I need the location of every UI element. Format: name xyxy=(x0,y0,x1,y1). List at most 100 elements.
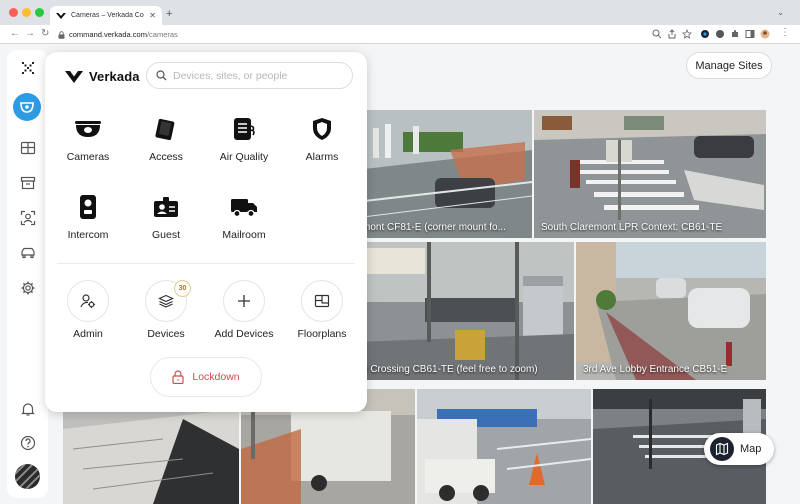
address-bar[interactable]: command.verkada.com/cameras xyxy=(58,28,658,41)
guest-badge-icon xyxy=(154,197,178,217)
tab-search-chevron-icon[interactable]: ⌄ xyxy=(777,8,784,17)
app-air-quality[interactable]: Air Quality xyxy=(204,114,284,174)
tool-label: Floorplans xyxy=(297,328,347,340)
help-icon xyxy=(20,435,36,451)
camera-tile[interactable]: d Crossing CB61-TE (feel free to zoom) xyxy=(355,242,574,380)
app-label: Access xyxy=(149,151,183,163)
rail-archive-button[interactable] xyxy=(16,171,40,195)
rail-cameras-button[interactable] xyxy=(13,93,41,121)
app-label: Intercom xyxy=(67,229,109,241)
search-icon xyxy=(156,70,167,81)
tool-label: Admin xyxy=(73,328,103,340)
app-grid-logo-icon[interactable] xyxy=(16,56,40,80)
app-cameras[interactable]: Cameras xyxy=(48,114,128,174)
profile-avatar-icon[interactable] xyxy=(760,29,770,39)
window-maximize-button[interactable] xyxy=(35,8,44,17)
tool-admin[interactable]: Admin xyxy=(48,280,128,342)
camera-tile-label: d Crossing CB61-TE (feel free to zoom) xyxy=(362,364,538,375)
launcher-search[interactable] xyxy=(146,62,353,89)
plus-icon xyxy=(238,295,250,307)
tab-title: Cameras – Verkada Command xyxy=(71,12,144,19)
lock-icon xyxy=(172,370,184,384)
app-access[interactable]: Access xyxy=(126,114,206,174)
camera-dome-icon xyxy=(75,121,101,137)
browser-titlebar: Cameras – Verkada Command ✕ + ⌄ xyxy=(0,0,800,25)
map-icon xyxy=(710,437,734,461)
bookmark-star-icon[interactable] xyxy=(682,29,692,39)
verkada-brand: Verkada xyxy=(65,69,140,84)
archive-icon xyxy=(20,176,36,190)
back-icon[interactable]: ← xyxy=(10,28,20,40)
camera-tile[interactable]: 3rd Ave Lobby Entrance CB51-E xyxy=(576,242,766,380)
camera-tile-label: 3rd Ave Lobby Entrance CB51-E xyxy=(583,364,728,375)
app-intercom[interactable]: Intercom xyxy=(48,192,128,252)
share-icon[interactable] xyxy=(667,29,677,39)
rail-layouts-button[interactable] xyxy=(16,136,40,160)
camera-tile[interactable]: South Claremont LPR Context: CB61-TE xyxy=(534,110,766,238)
tool-devices[interactable]: Devices xyxy=(126,280,206,342)
map-button[interactable]: Map xyxy=(704,433,774,465)
extensions-puzzle-icon[interactable] xyxy=(730,29,740,39)
rail-settings-button[interactable] xyxy=(16,276,40,300)
gear-icon xyxy=(21,281,35,295)
launcher-divider xyxy=(57,263,355,264)
rail-notifications-button[interactable] xyxy=(16,397,40,421)
camera-tile-label: mont CF81-E (corner mount fo... xyxy=(362,222,506,233)
browser-tab[interactable]: Cameras – Verkada Command ✕ xyxy=(50,6,162,25)
admin-gear-icon xyxy=(80,294,95,308)
lock-icon xyxy=(58,30,65,39)
search-input[interactable] xyxy=(173,69,343,82)
lockdown-label: Lockdown xyxy=(192,371,240,383)
app-mailroom[interactable]: Mailroom xyxy=(204,192,284,252)
app-label: Guest xyxy=(151,229,180,241)
tool-floorplans[interactable]: Floorplans xyxy=(282,280,362,342)
camera-tile-label: South Claremont LPR Context: CB61-TE xyxy=(541,222,723,233)
truck-icon xyxy=(231,199,257,218)
camera-icon xyxy=(20,102,34,113)
tool-label: Devices xyxy=(147,328,185,340)
air-quality-icon xyxy=(234,118,255,140)
face-scan-icon xyxy=(20,210,36,226)
lockdown-button[interactable]: Lockdown xyxy=(150,357,262,397)
intercom-icon xyxy=(80,195,96,219)
devices-count-badge: 30 xyxy=(174,280,191,297)
app-label: Air Quality xyxy=(219,151,269,163)
devices-stack-icon xyxy=(158,294,174,308)
layout-icon xyxy=(20,141,36,155)
app-label: Mailroom xyxy=(222,229,266,241)
rail-help-button[interactable] xyxy=(16,431,40,455)
url-path: /cameras xyxy=(146,30,178,39)
rail-people-button[interactable] xyxy=(16,206,40,230)
rail-vehicles-button[interactable] xyxy=(16,241,40,265)
verkada-favicon-icon xyxy=(56,12,66,19)
tab-close-icon[interactable]: ✕ xyxy=(149,11,156,20)
brand-name: Verkada xyxy=(89,69,140,84)
tool-label: Add Devices xyxy=(214,328,274,340)
zoom-icon[interactable] xyxy=(652,29,662,39)
browser-toolbar: ← → ↻ command.verkada.com/cameras ⋮ xyxy=(0,25,800,44)
app-guest[interactable]: Guest xyxy=(126,192,206,252)
app-label: Alarms xyxy=(305,151,339,163)
new-tab-button[interactable]: + xyxy=(166,9,172,20)
tool-add-devices[interactable]: Add Devices xyxy=(204,280,284,342)
app-label: Cameras xyxy=(66,151,110,163)
shield-icon xyxy=(313,118,331,140)
sidebar-toggle-icon[interactable] xyxy=(745,29,755,39)
window-minimize-button[interactable] xyxy=(22,8,31,17)
reload-icon[interactable]: ↻ xyxy=(41,28,49,40)
camera-tile[interactable] xyxy=(417,389,591,504)
user-avatar[interactable] xyxy=(15,464,40,489)
verkada-logo-icon xyxy=(65,70,83,83)
vehicle-icon xyxy=(21,247,35,259)
url-host: command.verkada.com xyxy=(69,30,147,39)
manage-sites-button[interactable]: Manage Sites xyxy=(686,52,772,79)
app-content: Manage Sites mont CF81-E (corner mount f… xyxy=(0,44,800,504)
map-button-label: Map xyxy=(740,443,762,455)
browser-menu-icon[interactable]: ⋮ xyxy=(780,27,790,39)
extension-shield-icon[interactable] xyxy=(715,29,725,39)
forward-icon[interactable]: → xyxy=(25,28,35,40)
window-close-button[interactable] xyxy=(9,8,18,17)
app-alarms[interactable]: Alarms xyxy=(282,114,362,174)
extension-badge-icon[interactable] xyxy=(700,29,710,39)
camera-tile[interactable]: mont CF81-E (corner mount fo... xyxy=(355,110,532,238)
